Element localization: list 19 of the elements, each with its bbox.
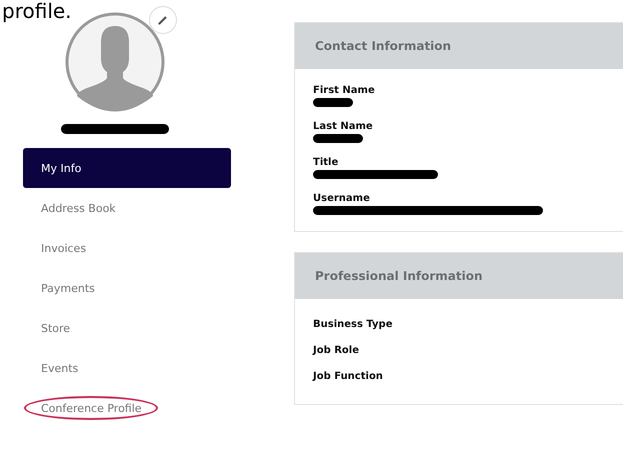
nav-item[interactable]: My Info [23, 148, 231, 188]
nav-item[interactable]: Address Book [23, 188, 231, 228]
nav-item[interactable]: Conference Profile [23, 388, 231, 428]
card-header: Contact Information [295, 23, 623, 69]
nav-item[interactable]: Events [23, 348, 231, 388]
field-label: Business Type [313, 319, 394, 330]
field-label: First Name [313, 85, 376, 96]
card-header: Professional Information [295, 253, 623, 299]
nav-item[interactable]: Store [23, 308, 231, 348]
page-heading: profile. [1, 0, 72, 22]
field-label: Username [313, 193, 371, 204]
field-label: Job Function [313, 371, 384, 382]
nav-item[interactable]: Invoices [23, 228, 231, 268]
field-label: Last Name [313, 121, 374, 132]
field-label: Job Role [313, 345, 360, 356]
edit-button[interactable] [149, 6, 177, 34]
pencil-icon [157, 14, 169, 26]
nav-item[interactable]: Payments [23, 268, 231, 308]
field-label: Title [313, 157, 340, 168]
